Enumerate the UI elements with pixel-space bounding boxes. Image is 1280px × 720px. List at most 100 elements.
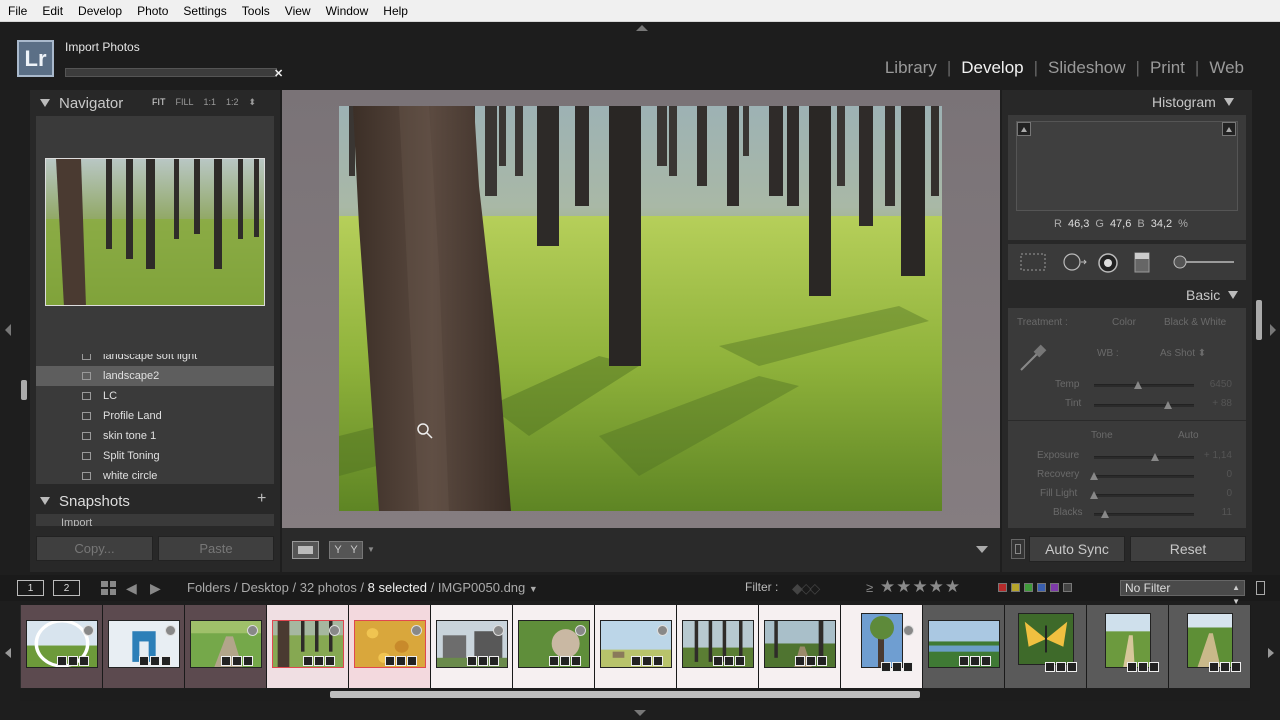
menu-file[interactable]: File <box>0 4 34 18</box>
expand-triangle-icon[interactable] <box>40 99 50 107</box>
menu-window[interactable]: Window <box>318 4 376 18</box>
filmstrip-breadcrumb[interactable]: Folders / Desktop / 32 photos / 8 select… <box>187 580 538 595</box>
spot-removal-icon[interactable] <box>1060 252 1090 272</box>
preset-item[interactable]: white circle <box>36 466 274 484</box>
blacks-value[interactable]: 11 <box>1192 507 1232 518</box>
toolbar-options-chevron-icon[interactable] <box>976 546 988 553</box>
star-icons[interactable]: ★★★★★ <box>880 577 961 596</box>
filmstrip-thumb-12[interactable] <box>923 605 1005 688</box>
main-photo[interactable] <box>339 106 942 511</box>
menu-develop[interactable]: Develop <box>70 4 129 18</box>
filmstrip-thumb-14[interactable] <box>1087 605 1169 688</box>
no-label-icon[interactable] <box>1063 583 1072 592</box>
grid-view-icon[interactable] <box>101 581 116 595</box>
white-balance-eyedropper-icon[interactable] <box>1017 342 1049 374</box>
preset-item[interactable]: LC <box>36 386 274 406</box>
recovery-slider[interactable] <box>1090 472 1194 480</box>
filmstrip-thumb-6[interactable] <box>431 605 513 688</box>
red-eye-icon[interactable] <box>1097 252 1121 274</box>
reset-button[interactable]: Reset <box>1130 536 1246 562</box>
blacks-slider[interactable] <box>1094 510 1194 518</box>
menu-view[interactable]: View <box>277 4 318 18</box>
copy-button[interactable]: Copy... <box>36 536 153 561</box>
filmstrip-thumb-13[interactable] <box>1005 605 1087 688</box>
cancel-import-icon[interactable]: ✕ <box>274 67 283 80</box>
red-label-icon[interactable] <box>998 583 1007 592</box>
zoom-fit[interactable]: FIT <box>152 97 166 108</box>
right-panel-scrollbar[interactable] <box>1256 300 1262 340</box>
filter-lock-icon[interactable] <box>1256 581 1265 595</box>
slider-knob[interactable] <box>1101 510 1109 518</box>
auto-sync-button[interactable]: Auto Sync <box>1029 536 1125 562</box>
yellow-label-icon[interactable] <box>1011 583 1020 592</box>
before-after-button[interactable]: Y Y <box>329 541 363 559</box>
back-arrow-icon[interactable]: ◀ <box>126 580 137 597</box>
slider-knob[interactable] <box>1134 381 1142 389</box>
primary-window-button[interactable]: 1 <box>17 580 44 596</box>
preset-item[interactable]: Profile Land <box>36 406 274 426</box>
exposure-slider[interactable] <box>1094 453 1194 461</box>
graduated-filter-icon[interactable] <box>1133 252 1153 274</box>
filmstrip-thumb-3[interactable] <box>185 605 267 688</box>
expand-triangle-icon[interactable] <box>1223 98 1234 106</box>
zoom-1-1[interactable]: 1:1 <box>204 97 217 108</box>
module-slideshow[interactable]: Slideshow <box>1048 58 1126 78</box>
add-snapshot-icon[interactable]: + <box>257 490 266 508</box>
zoom-1-2[interactable]: 1:2 <box>226 97 239 108</box>
fill-light-slider[interactable] <box>1090 491 1194 499</box>
forward-arrow-icon[interactable]: ▶ <box>150 580 161 597</box>
module-develop[interactable]: Develop <box>961 58 1023 78</box>
filmstrip-thumb-10[interactable] <box>759 605 841 688</box>
sync-toggle-switch[interactable] <box>1011 539 1025 559</box>
filmstrip-thumb-8[interactable] <box>595 605 677 688</box>
snapshots-header[interactable]: Snapshots <box>40 492 278 510</box>
menu-photo[interactable]: Photo <box>129 4 175 18</box>
recovery-value[interactable]: 0 <box>1192 469 1232 480</box>
preset-item[interactable]: skin tone 1 <box>36 426 274 446</box>
menu-edit[interactable]: Edit <box>34 4 70 18</box>
filmstrip-thumb-11[interactable] <box>841 605 923 688</box>
thumbnail-image[interactable] <box>1105 613 1151 668</box>
filmstrip-thumb-4[interactable] <box>267 605 349 688</box>
shadow-clipping-icon[interactable] <box>1017 122 1031 136</box>
tint-slider[interactable] <box>1094 401 1194 409</box>
thumbnail-image[interactable] <box>1187 613 1233 668</box>
filename-caret-icon[interactable]: ▼ <box>529 584 538 594</box>
star-rating-filter[interactable]: ≥ ★★★★★ <box>866 577 961 597</box>
temp-slider[interactable] <box>1094 381 1194 389</box>
filmstrip-thumb-5[interactable] <box>349 605 431 688</box>
expand-triangle-icon[interactable] <box>40 497 50 505</box>
purple-label-icon[interactable] <box>1050 583 1059 592</box>
menu-settings[interactable]: Settings <box>175 4 233 18</box>
module-library[interactable]: Library <box>885 58 937 78</box>
rating-operator[interactable]: ≥ <box>866 580 874 595</box>
fill-light-value[interactable]: 0 <box>1192 488 1232 499</box>
adjustment-brush-icon[interactable] <box>1170 252 1236 272</box>
menu-tools[interactable]: Tools <box>234 4 277 18</box>
before-after-caret-icon[interactable]: ▼ <box>367 545 375 554</box>
expand-triangle-icon[interactable] <box>1228 291 1239 299</box>
temp-value[interactable]: 6450 <box>1192 379 1232 390</box>
zoom-menu-caret-icon[interactable]: ⬍ <box>249 97 257 108</box>
slider-knob[interactable] <box>1164 401 1172 409</box>
collapse-bottom-arrow-icon[interactable] <box>634 710 646 716</box>
thumbnail-image[interactable] <box>861 613 903 668</box>
highlight-clipping-icon[interactable] <box>1222 122 1236 136</box>
collapse-right-panel-icon[interactable] <box>1270 324 1276 336</box>
histogram-header[interactable]: Histogram <box>1152 94 1234 110</box>
wb-select[interactable]: As Shot ⬍ <box>1160 348 1206 359</box>
histogram-plot[interactable] <box>1016 121 1238 211</box>
loupe-view-icon[interactable] <box>292 541 319 559</box>
left-panel-scrollbar[interactable] <box>21 380 27 400</box>
filmstrip-scrollbar[interactable] <box>330 691 920 698</box>
flag-filter-icons[interactable]: ◆◇◇ <box>792 580 820 597</box>
paste-button[interactable]: Paste <box>158 536 274 561</box>
treatment-bw-option[interactable]: Black & White <box>1164 317 1226 328</box>
slider-knob[interactable] <box>1090 491 1098 499</box>
tint-value[interactable]: + 88 <box>1192 398 1232 409</box>
module-print[interactable]: Print <box>1150 58 1185 78</box>
menu-help[interactable]: Help <box>375 4 415 18</box>
filmstrip-right-arrow-icon[interactable] <box>1268 648 1274 658</box>
collapse-top-arrow-icon[interactable] <box>636 25 648 31</box>
secondary-window-button[interactable]: 2 <box>53 580 80 596</box>
